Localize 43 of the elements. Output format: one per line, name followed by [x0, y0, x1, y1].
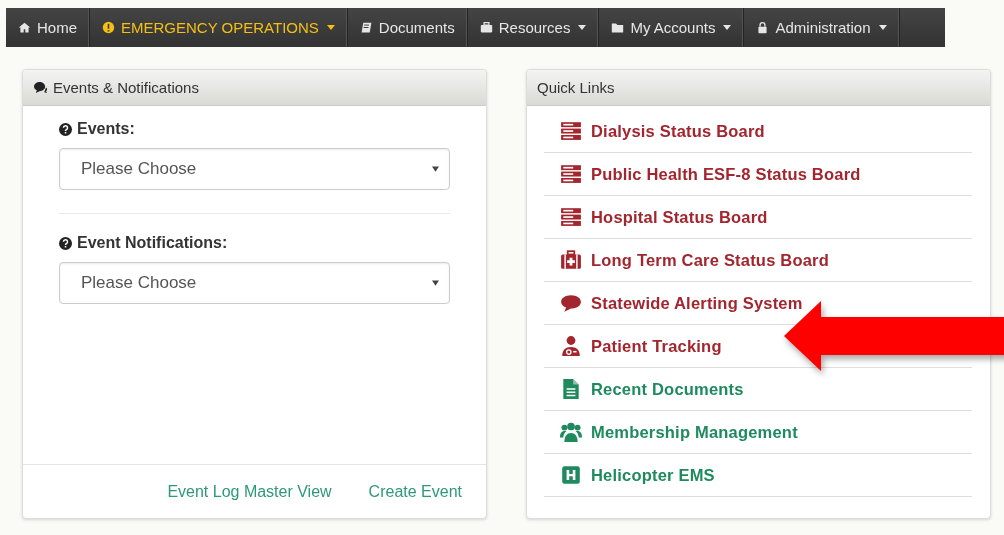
- home-icon: [18, 21, 31, 34]
- field-label: Events:: [77, 120, 135, 138]
- help-icon: [59, 122, 72, 136]
- panel-title: Events & Notifications: [53, 79, 199, 96]
- folder-icon: [611, 21, 625, 34]
- h-square-icon: [560, 464, 582, 486]
- nav-tab[interactable]: Resources: [467, 8, 600, 47]
- group-icon: [560, 421, 582, 443]
- server-icon: [560, 120, 582, 142]
- caret-icon: [432, 166, 439, 172]
- briefcase-icon: [479, 21, 493, 34]
- quick-link[interactable]: Statewide Alerting System: [560, 292, 803, 314]
- chat-icon: [33, 81, 48, 94]
- field-label: Event Notifications:: [77, 234, 228, 252]
- document-icon: [560, 378, 582, 400]
- lock-icon: [756, 21, 770, 34]
- alert-icon: [102, 21, 115, 34]
- quick-link[interactable]: Dialysis Status Board: [560, 120, 765, 142]
- medkit-icon: [560, 249, 582, 271]
- footer-link[interactable]: Event Log Master View: [167, 482, 332, 501]
- quick-link[interactable]: Public Health ESF-8 Status Board: [560, 163, 861, 185]
- nav-tab[interactable]: Administration: [744, 8, 900, 47]
- help-icon: [59, 236, 72, 250]
- nav-tab[interactable]: Home: [6, 8, 90, 47]
- nav-tab[interactable]: My Accounts: [599, 8, 745, 47]
- doctor-icon: [560, 335, 582, 357]
- quick-link[interactable]: Long Term Care Status Board: [560, 249, 829, 271]
- select-field[interactable]: Please Choose: [59, 148, 450, 190]
- speech-bubble-icon: [560, 292, 582, 314]
- book-icon: [359, 21, 373, 34]
- nav-tab[interactable]: EMERGENCY OPERATIONS: [90, 8, 348, 47]
- caret-icon: [432, 280, 439, 286]
- quick-link[interactable]: Hospital Status Board: [560, 206, 768, 228]
- quick-link[interactable]: Membership Management: [560, 421, 798, 443]
- quick-link[interactable]: Recent Documents: [560, 378, 744, 400]
- footer-link[interactable]: Create Event: [368, 482, 462, 501]
- panel-title: Quick Links: [537, 79, 615, 96]
- quick-link[interactable]: Helicopter EMS: [560, 464, 715, 486]
- select-field[interactable]: Please Choose: [59, 262, 450, 304]
- nav-tab[interactable]: Documents: [347, 8, 468, 47]
- quick-link[interactable]: Patient Tracking: [560, 335, 722, 357]
- server-icon: [560, 206, 582, 228]
- server-icon: [560, 163, 582, 185]
